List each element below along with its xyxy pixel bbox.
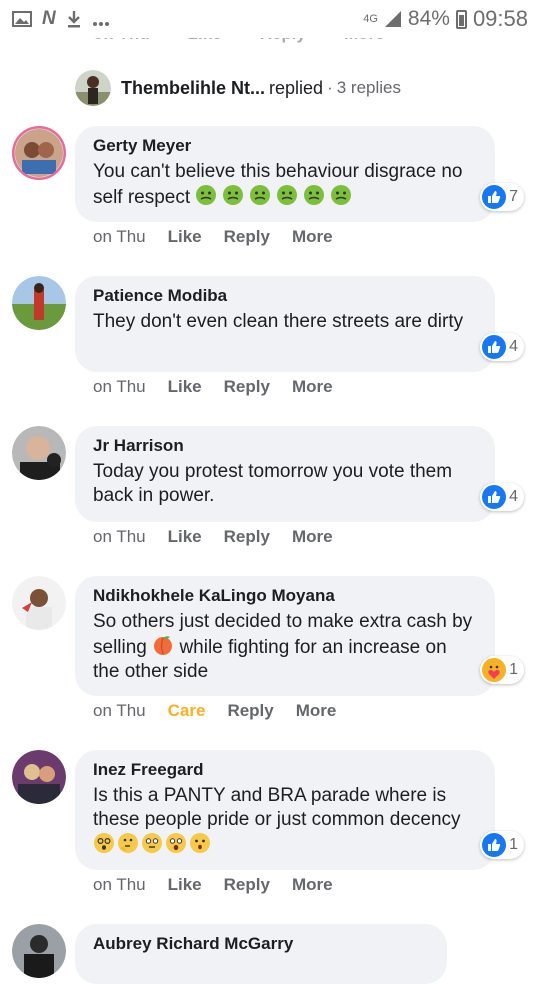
comment-actions: on Thu Like Reply More [93, 527, 355, 547]
reaction-count: 4 [509, 488, 518, 505]
reply-button[interactable]: Reply [224, 377, 270, 397]
like-button[interactable]: Like [168, 527, 202, 547]
care-icon [482, 658, 507, 682]
more-dots-icon [92, 22, 109, 26]
separator-dot: · [327, 78, 333, 97]
reaction-count: 1 [509, 836, 518, 853]
reaction-badge[interactable]: 1 [480, 656, 524, 684]
avatar[interactable] [12, 576, 66, 630]
reaction-count: 1 [509, 661, 518, 678]
comment-time[interactable]: on Thu [93, 377, 146, 397]
like-button[interactable]: Like [168, 377, 202, 397]
status-bar: N 4G 84% 09:58 [0, 0, 540, 38]
flushed-face-emoji [142, 833, 162, 853]
comment-text: You can't believe this behaviour disgrac… [93, 161, 463, 208]
comment-bubble[interactable]: Patience Modiba They don't even clean th… [75, 276, 495, 372]
avatar[interactable] [75, 70, 111, 106]
battery-percent: 84% [407, 7, 450, 30]
reaction-emojis [93, 833, 211, 856]
reply-button[interactable]: Reply [224, 527, 270, 547]
commenter-name[interactable]: Aubrey Richard McGarry [93, 933, 429, 955]
comment-text: So others just decided to make extra cas… [93, 611, 473, 682]
replier-name[interactable]: Thembelihle Nt... [121, 78, 265, 99]
network-type: 4G [363, 12, 378, 25]
reply-button[interactable]: Reply [227, 701, 273, 721]
comment-text: Today you protest tomorrow you vote them… [93, 461, 453, 506]
reaction-count: 7 [509, 188, 518, 205]
status-left: N [12, 8, 110, 30]
comment-actions: on Thu Like Reply More [93, 227, 355, 247]
comment-actions: on Thu Care Reply More [93, 701, 358, 721]
commenter-name[interactable]: Patience Modiba [93, 285, 477, 307]
comment-actions: on Thu Like Reply More [93, 377, 355, 397]
reply-button[interactable]: Reply [224, 227, 270, 247]
comment-bubble[interactable]: Ndikhokhele KaLingo Moyana So others jus… [75, 576, 495, 696]
care-button[interactable]: Care [168, 701, 206, 721]
comment-time[interactable]: on Thu [93, 227, 146, 247]
comment-time[interactable]: on Thu [93, 875, 146, 895]
commenter-name[interactable]: Inez Freegard [93, 759, 477, 781]
reaction-badge[interactable]: 1 [480, 831, 524, 859]
reaction-badge[interactable]: 4 [480, 333, 524, 361]
comment-bubble[interactable]: Jr Harrison Today you protest tomorrow y… [75, 426, 495, 522]
like-icon [482, 335, 507, 359]
more-button[interactable]: More [292, 527, 333, 547]
avatar[interactable] [12, 924, 66, 978]
comment-time[interactable]: on Thu [93, 701, 146, 721]
reaction-badge[interactable]: 7 [480, 183, 524, 211]
dizzy-face-emoji [94, 833, 114, 853]
thinking-face-emoji [118, 833, 138, 853]
commenter-name[interactable]: Jr Harrison [93, 435, 477, 457]
replies-count[interactable]: 3 replies [337, 78, 401, 98]
n-icon: N [42, 8, 56, 29]
replies-summary[interactable]: Thembelihle Nt... replied · 3 replies [75, 70, 401, 106]
comment-actions: on Thu Like Reply More [93, 875, 355, 895]
more-button[interactable]: More [292, 227, 333, 247]
comment-bubble[interactable]: Aubrey Richard McGarry [75, 924, 447, 984]
comment-time[interactable]: on Thu [93, 527, 146, 547]
more-button[interactable]: More [292, 875, 333, 895]
avatar[interactable] [12, 750, 66, 804]
comment-text: Is this a PANTY and BRA parade where is … [93, 784, 477, 858]
nauseated-face-emoji [190, 185, 352, 208]
like-icon [482, 185, 507, 209]
comment-bubble[interactable]: Gerty Meyer You can't believe this behav… [75, 126, 495, 222]
reply-button[interactable]: Reply [224, 875, 270, 895]
reaction-count: 4 [509, 338, 518, 355]
battery-icon [455, 9, 467, 29]
signal-icon [384, 11, 401, 27]
like-button[interactable]: Like [168, 875, 202, 895]
image-icon [12, 11, 32, 27]
more-button[interactable]: More [292, 377, 333, 397]
commenter-name[interactable]: Ndikhokhele KaLingo Moyana [93, 585, 477, 607]
peach-emoji [154, 636, 173, 655]
avatar[interactable] [12, 426, 66, 480]
like-icon [482, 833, 507, 857]
clock: 09:58 [472, 6, 528, 31]
commenter-name[interactable]: Gerty Meyer [93, 135, 477, 157]
like-icon [482, 485, 507, 509]
comment-bubble[interactable]: Inez Freegard Is this a PANTY and BRA pa… [75, 750, 495, 870]
hushed-face-emoji [190, 833, 210, 853]
like-button[interactable]: Like [168, 227, 202, 247]
avatar[interactable] [12, 276, 66, 330]
replied-verb: replied [269, 77, 324, 98]
download-icon [67, 11, 80, 28]
status-right: 4G 84% 09:58 [363, 6, 528, 32]
more-button[interactable]: More [296, 701, 337, 721]
avatar[interactable] [12, 126, 66, 180]
comment-text: They don't even clean there streets are … [93, 311, 464, 332]
reaction-badge[interactable]: 4 [480, 483, 524, 511]
astonished-face-emoji [166, 833, 186, 853]
